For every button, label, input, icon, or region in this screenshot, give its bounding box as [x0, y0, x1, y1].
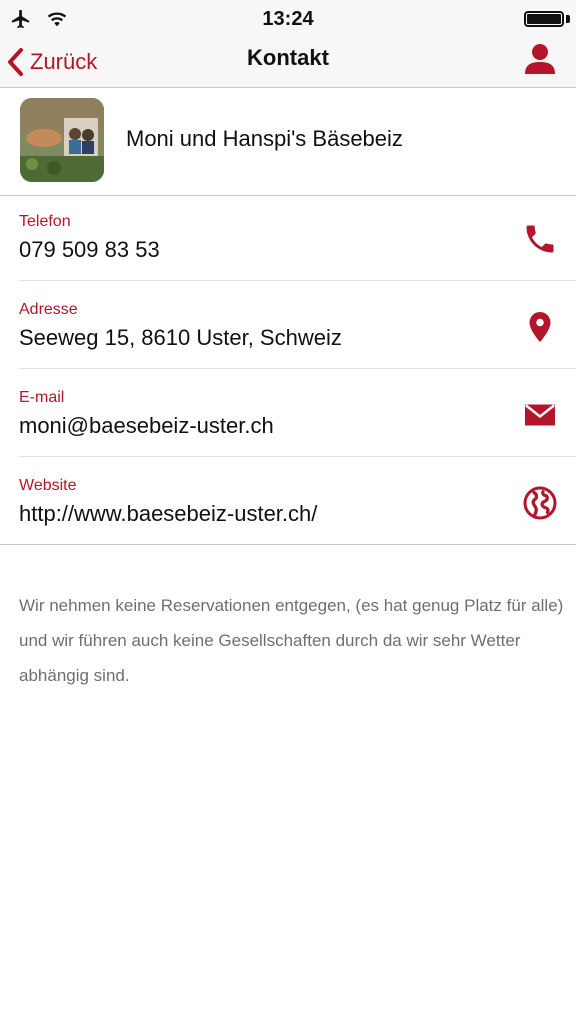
contact-header: Moni und Hanspi's Bäsebeiz [0, 88, 576, 195]
website-row[interactable]: Website http://www.baesebeiz-uster.ch/ [0, 459, 576, 547]
website-label: Website [19, 477, 77, 494]
phone-button[interactable] [522, 221, 558, 257]
website-value: http://www.baesebeiz-uster.ch/ [19, 501, 318, 526]
email-label: E-mail [19, 389, 65, 406]
back-button-label: Zurück [30, 49, 98, 74]
person-icon [525, 44, 555, 74]
avatar-photo [20, 98, 104, 182]
email-button[interactable] [522, 397, 558, 433]
battery-icon [524, 11, 564, 27]
divider [19, 280, 576, 281]
profile-button[interactable] [522, 41, 558, 79]
email-row[interactable]: E-mail moni@baesebeiz-uster.ch [0, 371, 576, 459]
map-button[interactable] [522, 309, 558, 345]
divider [0, 544, 576, 545]
website-button[interactable] [522, 485, 558, 521]
map-pin-icon [529, 312, 551, 342]
contact-name: Moni und Hanspi's Bäsebeiz [126, 126, 403, 151]
phone-icon [526, 225, 554, 253]
back-button[interactable]: Zurück [6, 42, 97, 82]
address-label: Adresse [19, 301, 78, 318]
avatar [20, 98, 104, 182]
phone-row[interactable]: Telefon 079 509 83 53 [0, 195, 576, 283]
divider [19, 368, 576, 369]
status-bar: 13:24 [0, 0, 576, 38]
email-value: moni@baesebeiz-uster.ch [19, 413, 274, 438]
divider [19, 456, 576, 457]
address-row[interactable]: Adresse Seeweg 15, 8610 Uster, Schweiz [0, 283, 576, 371]
phone-label: Telefon [19, 213, 71, 230]
globe-icon [523, 486, 557, 520]
navigation-bar: Kontakt Zurück [0, 38, 576, 88]
chevron-left-icon [8, 48, 23, 76]
description-text: Wir nehmen keine Reservationen entgegen,… [19, 596, 564, 685]
mail-icon [525, 404, 555, 426]
status-time: 13:24 [262, 8, 314, 30]
battery-tip [566, 15, 570, 23]
phone-value: 079 509 83 53 [19, 237, 160, 262]
address-value: Seeweg 15, 8610 Uster, Schweiz [19, 325, 342, 350]
